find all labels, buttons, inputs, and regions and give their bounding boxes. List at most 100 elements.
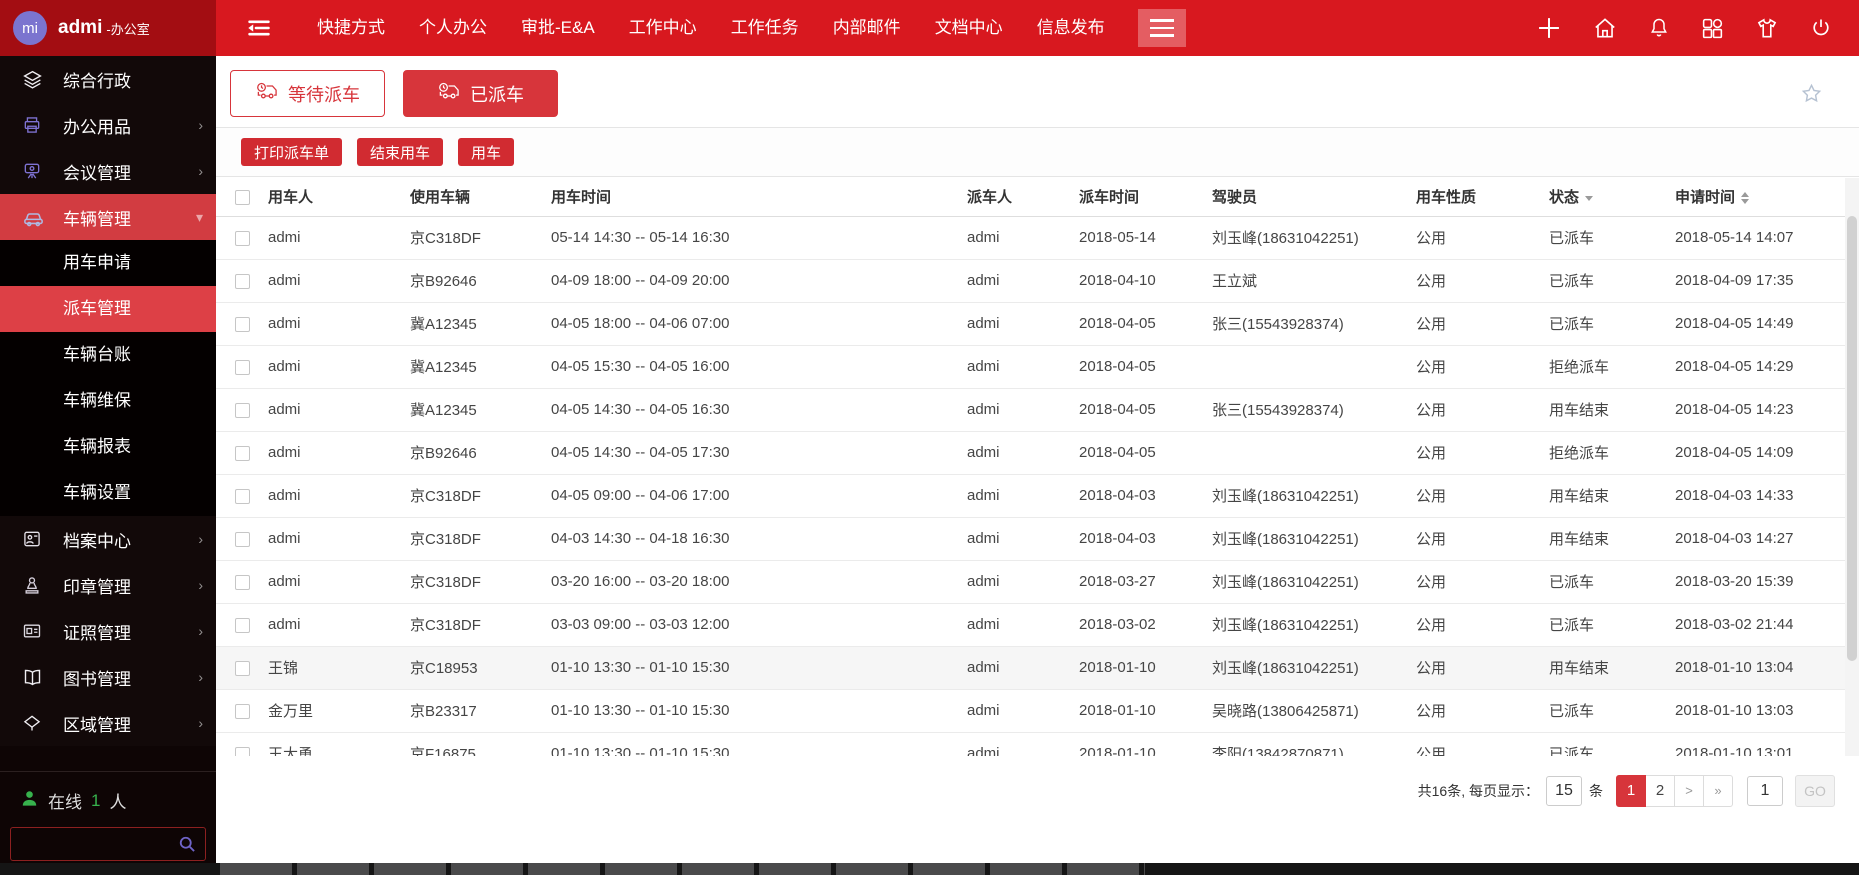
row-checkbox[interactable] [235, 704, 250, 719]
row-checkbox[interactable] [235, 231, 250, 246]
row-checkbox[interactable] [235, 489, 250, 504]
pagination-summary: 共16条, 每页显示： [1418, 781, 1539, 801]
page-button[interactable]: 1 [1616, 775, 1646, 807]
sort-desc-icon[interactable] [1585, 196, 1593, 201]
table-row[interactable]: admi京C318DF03-20 16:00 -- 03-20 18:00adm… [216, 560, 1845, 603]
action-button[interactable]: 结束用车 [357, 138, 443, 166]
row-checkbox[interactable] [235, 575, 250, 590]
search-icon[interactable] [177, 834, 197, 859]
online-status: 在线 1 人 [20, 788, 206, 813]
home-icon[interactable] [1592, 15, 1618, 41]
action-button[interactable]: 打印派车单 [241, 138, 342, 166]
sidebar-subitem[interactable]: 用车申请 [0, 240, 216, 286]
chevron-right-icon: › [198, 577, 203, 593]
page-button[interactable]: 2 [1645, 775, 1675, 807]
sidebar-item[interactable]: 印章管理› [0, 562, 216, 608]
sidebar-item[interactable]: 区域管理› [0, 700, 216, 746]
column-header: 用车人 [268, 189, 313, 206]
actions-row: 打印派车单结束用车用车 [216, 128, 1859, 177]
table-row[interactable]: admi冀A1234504-05 18:00 -- 04-06 07:00adm… [216, 302, 1845, 345]
plus-icon[interactable] [1535, 14, 1563, 42]
nav-item[interactable]: 个人办公 [402, 0, 504, 56]
table-row[interactable]: admi冀A1234504-05 15:30 -- 04-05 16:00adm… [216, 345, 1845, 388]
power-icon[interactable] [1809, 16, 1833, 40]
app-logo[interactable]: mi admi -办公室 [0, 0, 216, 56]
nav-item[interactable]: 信息发布 [1020, 0, 1122, 56]
last-page-button[interactable]: » [1703, 775, 1733, 807]
sidebar-footer: 在线 1 人 [0, 771, 216, 861]
nav-item[interactable]: 快捷方式 [300, 0, 402, 56]
sidebar-subitem[interactable]: 车辆维保 [0, 378, 216, 424]
favorite-star-icon[interactable] [1800, 82, 1823, 110]
table-row[interactable]: admi京B9264604-09 18:00 -- 04-09 20:00adm… [216, 259, 1845, 302]
select-all-checkbox[interactable] [235, 190, 250, 205]
row-checkbox[interactable] [235, 747, 250, 756]
online-label: 在线 [48, 788, 82, 813]
action-button[interactable]: 用车 [458, 138, 514, 166]
goto-page-input[interactable] [1747, 776, 1783, 806]
table-row[interactable]: admi京B9264604-05 14:30 -- 04-05 17:30adm… [216, 431, 1845, 474]
cell-apply_time: 2018-04-05 14:29 [1675, 345, 1845, 388]
sidebar-subitem[interactable]: 车辆台账 [0, 332, 216, 378]
sidebar-item[interactable]: 办公用品› [0, 102, 216, 148]
next-page-button[interactable]: > [1674, 775, 1704, 807]
tab-waiting-dispatch[interactable]: 等待派车 [230, 70, 385, 117]
sort-icon[interactable] [1741, 192, 1749, 204]
row-checkbox[interactable] [235, 446, 250, 461]
row-checkbox[interactable] [235, 661, 250, 676]
table-row[interactable]: 王大勇京F1687501-10 13:30 -- 01-10 15:30admi… [216, 732, 1845, 756]
menu-toggle-button[interactable] [1138, 9, 1186, 47]
collapse-sidebar-icon[interactable] [244, 15, 274, 41]
row-checkbox[interactable] [235, 618, 250, 633]
cell-nature: 公用 [1416, 560, 1549, 603]
table-row[interactable]: admi京C318DF05-14 14:30 -- 05-14 16:30adm… [216, 216, 1845, 259]
page-size-input[interactable] [1546, 776, 1582, 806]
table-row[interactable]: admi京C318DF04-05 09:00 -- 04-06 17:00adm… [216, 474, 1845, 517]
book-icon [22, 667, 48, 688]
table-row[interactable]: admi京C318DF04-03 14:30 -- 04-18 16:30adm… [216, 517, 1845, 560]
nav-item[interactable]: 工作任务 [714, 0, 816, 56]
cell-nature: 公用 [1416, 388, 1549, 431]
sidebar-subitem[interactable]: 车辆设置 [0, 470, 216, 516]
go-button[interactable]: GO [1795, 775, 1835, 807]
nav-item[interactable]: 文档中心 [918, 0, 1020, 56]
scrollbar-thumb[interactable] [1847, 216, 1857, 661]
row-checkbox[interactable] [235, 360, 250, 375]
row-checkbox[interactable] [235, 274, 250, 289]
cell-apply_time: 2018-04-05 14:49 [1675, 302, 1845, 345]
cell-dispatcher: admi [967, 431, 1079, 474]
cell-dispatch_date: 2018-01-10 [1079, 689, 1212, 732]
column-header: 驾驶员 [1212, 189, 1257, 206]
shirt-icon[interactable] [1754, 15, 1780, 41]
sidebar-item[interactable]: 会议管理› [0, 148, 216, 194]
nav-item[interactable]: 工作中心 [612, 0, 714, 56]
nav-item[interactable]: 内部邮件 [816, 0, 918, 56]
row-checkbox[interactable] [235, 317, 250, 332]
sidebar-subitem[interactable]: 车辆报表 [0, 424, 216, 470]
table-row[interactable]: admi京C318DF03-03 09:00 -- 03-03 12:00adm… [216, 603, 1845, 646]
cell-dispatcher: admi [967, 560, 1079, 603]
table-row[interactable]: admi冀A1234504-05 14:30 -- 04-05 16:30adm… [216, 388, 1845, 431]
nav-item[interactable]: 审批-E&A [504, 0, 612, 56]
cell-user: admi [268, 259, 410, 302]
row-checkbox[interactable] [235, 403, 250, 418]
sidebar-item[interactable]: 车辆管理▾ [0, 194, 216, 240]
cell-dispatcher: admi [967, 302, 1079, 345]
cell-user: admi [268, 216, 410, 259]
table-row[interactable]: 王锦京C1895301-10 13:30 -- 01-10 15:30admi2… [216, 646, 1845, 689]
sidebar-item[interactable]: 档案中心› [0, 516, 216, 562]
sidebar-subitem[interactable]: 派车管理 [0, 286, 216, 332]
cell-dispatch_date: 2018-01-10 [1079, 646, 1212, 689]
sidebar-item[interactable]: 图书管理› [0, 654, 216, 700]
sidebar-item[interactable]: 证照管理› [0, 608, 216, 654]
vertical-scrollbar[interactable] [1845, 178, 1859, 756]
sidebar-item[interactable]: 综合行政 [0, 56, 216, 102]
row-checkbox[interactable] [235, 532, 250, 547]
cell-dispatch_date: 2018-03-02 [1079, 603, 1212, 646]
apps-icon[interactable] [1700, 16, 1725, 41]
table-row[interactable]: 金万里京B2331701-10 13:30 -- 01-10 15:30admi… [216, 689, 1845, 732]
truck-icon [255, 81, 279, 106]
chevron-right-icon: › [198, 623, 203, 639]
bell-icon[interactable] [1647, 16, 1671, 40]
tab-dispatched[interactable]: 已派车 [403, 70, 558, 117]
